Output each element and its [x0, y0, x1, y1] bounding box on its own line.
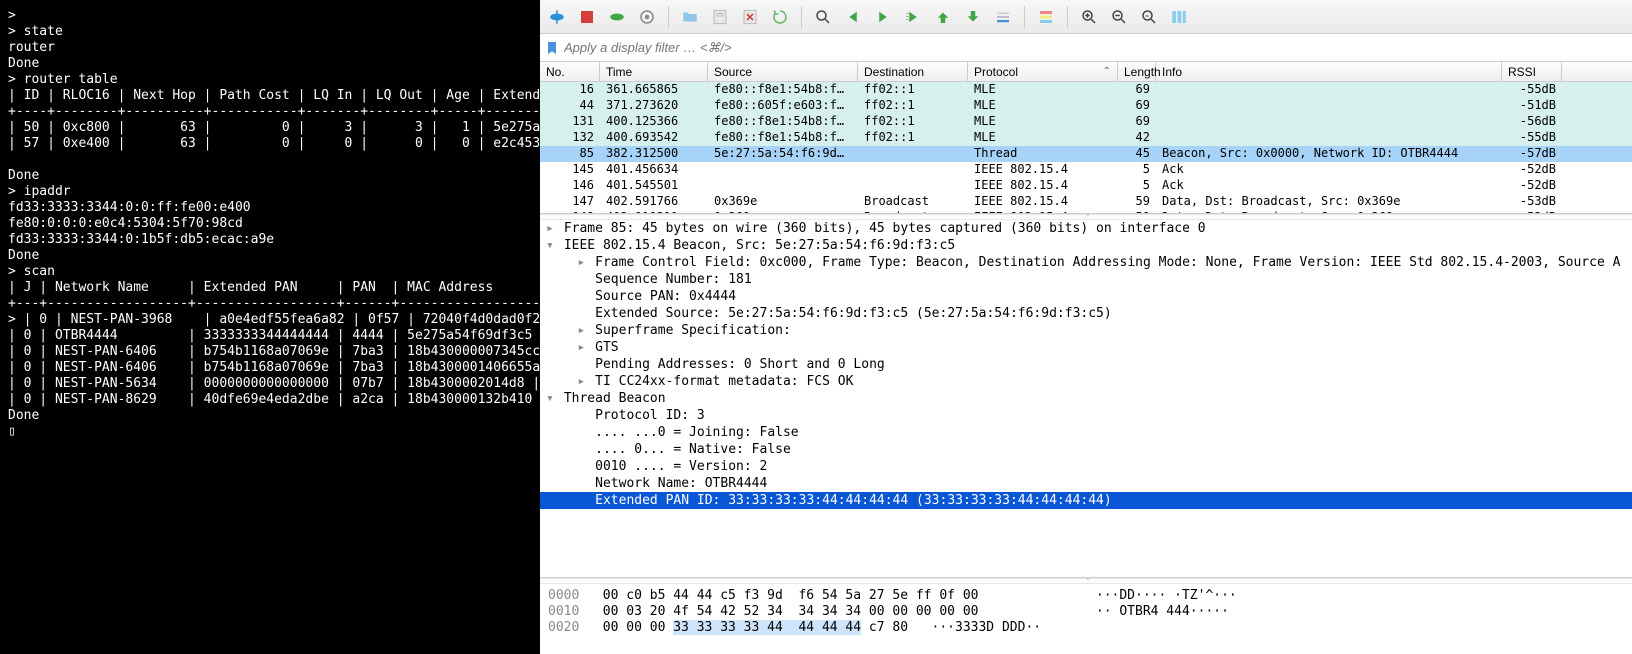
terminal-pane[interactable]: > > state router Done > router table | I…	[0, 0, 540, 654]
detail-line[interactable]: Sequence Number: 181	[540, 271, 1632, 288]
display-filter-bar	[540, 34, 1632, 62]
open-file-icon[interactable]	[677, 4, 703, 30]
wireshark-window: = No. Time Source Destination Protocol⌃ …	[540, 0, 1632, 654]
packet-row[interactable]: 85382.3125005e:27:5a:54:f6:9d…Thread45Be…	[540, 146, 1632, 162]
capture-options-icon[interactable]	[634, 4, 660, 30]
col-header-time[interactable]: Time	[600, 62, 708, 81]
detail-line[interactable]: Frame Control Field: 0xc000, Frame Type:…	[540, 254, 1632, 271]
detail-line[interactable]: .... 0... = Native: False	[540, 441, 1632, 458]
colorize-icon[interactable]	[1033, 4, 1059, 30]
packet-list-header[interactable]: No. Time Source Destination Protocol⌃ Le…	[540, 62, 1632, 82]
detail-line[interactable]: Superframe Specification:	[540, 322, 1632, 339]
hex-row[interactable]: 0010 00 03 20 4f 54 42 52 34 34 34 34 00…	[548, 604, 1624, 620]
restart-capture-icon[interactable]	[604, 4, 630, 30]
svg-text:=: =	[1145, 13, 1149, 19]
packet-row[interactable]: 131400.125366fe80::f8e1:54b8:f…ff02::1ML…	[540, 114, 1632, 130]
bookmark-icon[interactable]	[544, 40, 560, 56]
resize-columns-icon[interactable]	[1166, 4, 1192, 30]
display-filter-input[interactable]	[564, 40, 1628, 55]
col-header-length[interactable]: Length	[1118, 62, 1156, 81]
detail-line[interactable]: Network Name: OTBR4444	[540, 475, 1632, 492]
col-header-info[interactable]: Info	[1156, 62, 1502, 81]
find-icon[interactable]	[810, 4, 836, 30]
last-packet-icon[interactable]	[960, 4, 986, 30]
packet-row[interactable]: 145401.456634IEEE 802.15.45Ack-52dB	[540, 162, 1632, 178]
zoom-reset-icon[interactable]: =	[1136, 4, 1162, 30]
detail-line[interactable]: Pending Addresses: 0 Short and 0 Long	[540, 356, 1632, 373]
auto-scroll-icon[interactable]	[990, 4, 1016, 30]
first-packet-icon[interactable]	[930, 4, 956, 30]
col-header-destination[interactable]: Destination	[858, 62, 968, 81]
goto-packet-icon[interactable]	[900, 4, 926, 30]
close-file-icon[interactable]	[737, 4, 763, 30]
col-header-rssi[interactable]: RSSI	[1502, 62, 1562, 81]
detail-line[interactable]: Protocol ID: 3	[540, 407, 1632, 424]
packet-row[interactable]: 44371.273620fe80::605f:e603:f…ff02::1MLE…	[540, 98, 1632, 114]
col-header-protocol[interactable]: Protocol⌃	[968, 62, 1118, 81]
packet-row[interactable]: 146401.545501IEEE 802.15.45Ack-52dB	[540, 178, 1632, 194]
prev-packet-icon[interactable]	[840, 4, 866, 30]
detail-line[interactable]: GTS	[540, 339, 1632, 356]
detail-line[interactable]: Frame 85: 45 bytes on wire (360 bits), 4…	[540, 220, 1632, 237]
zoom-out-icon[interactable]	[1106, 4, 1132, 30]
detail-line[interactable]: Thread Beacon	[540, 390, 1632, 407]
zoom-in-icon[interactable]	[1076, 4, 1102, 30]
stop-capture-icon[interactable]	[574, 4, 600, 30]
detail-line[interactable]: .... ...0 = Joining: False	[540, 424, 1632, 441]
main-toolbar: =	[540, 0, 1632, 34]
col-header-source[interactable]: Source	[708, 62, 858, 81]
packet-details-pane[interactable]: Frame 85: 45 bytes on wire (360 bits), 4…	[540, 220, 1632, 578]
detail-line[interactable]: TI CC24xx-format metadata: FCS OK	[540, 373, 1632, 390]
col-header-no[interactable]: No.	[540, 62, 600, 81]
next-packet-icon[interactable]	[870, 4, 896, 30]
pane-splitter[interactable]	[540, 578, 1632, 584]
hex-row[interactable]: 0020 00 00 00 33 33 33 33 44 44 44 44 c7…	[548, 620, 1624, 636]
start-capture-icon[interactable]	[544, 4, 570, 30]
detail-line[interactable]: Extended Source: 5e:27:5a:54:f6:9d:f3:c5…	[540, 305, 1632, 322]
packet-list-pane[interactable]: No. Time Source Destination Protocol⌃ Le…	[540, 62, 1632, 214]
reload-icon[interactable]	[767, 4, 793, 30]
detail-line[interactable]: Extended PAN ID: 33:33:33:33:44:44:44:44…	[540, 492, 1632, 509]
hex-row[interactable]: 0000 00 c0 b5 44 44 c5 f3 9d f6 54 5a 27…	[548, 588, 1624, 604]
detail-line[interactable]: Source PAN: 0x4444	[540, 288, 1632, 305]
detail-line[interactable]: IEEE 802.15.4 Beacon, Src: 5e:27:5a:54:f…	[540, 237, 1632, 254]
pane-splitter[interactable]	[540, 214, 1632, 220]
save-file-icon[interactable]	[707, 4, 733, 30]
packet-row[interactable]: 147402.5917660x369eBroadcastIEEE 802.15.…	[540, 194, 1632, 210]
packet-row[interactable]: 132400.693542fe80::f8e1:54b8:f…ff02::1ML…	[540, 130, 1632, 146]
detail-line[interactable]: 0010 .... = Version: 2	[540, 458, 1632, 475]
packet-row[interactable]: 16361.665865fe80::f8e1:54b8:f…ff02::1MLE…	[540, 82, 1632, 98]
packet-bytes-pane[interactable]: 0000 00 c0 b5 44 44 c5 f3 9d f6 54 5a 27…	[540, 584, 1632, 654]
